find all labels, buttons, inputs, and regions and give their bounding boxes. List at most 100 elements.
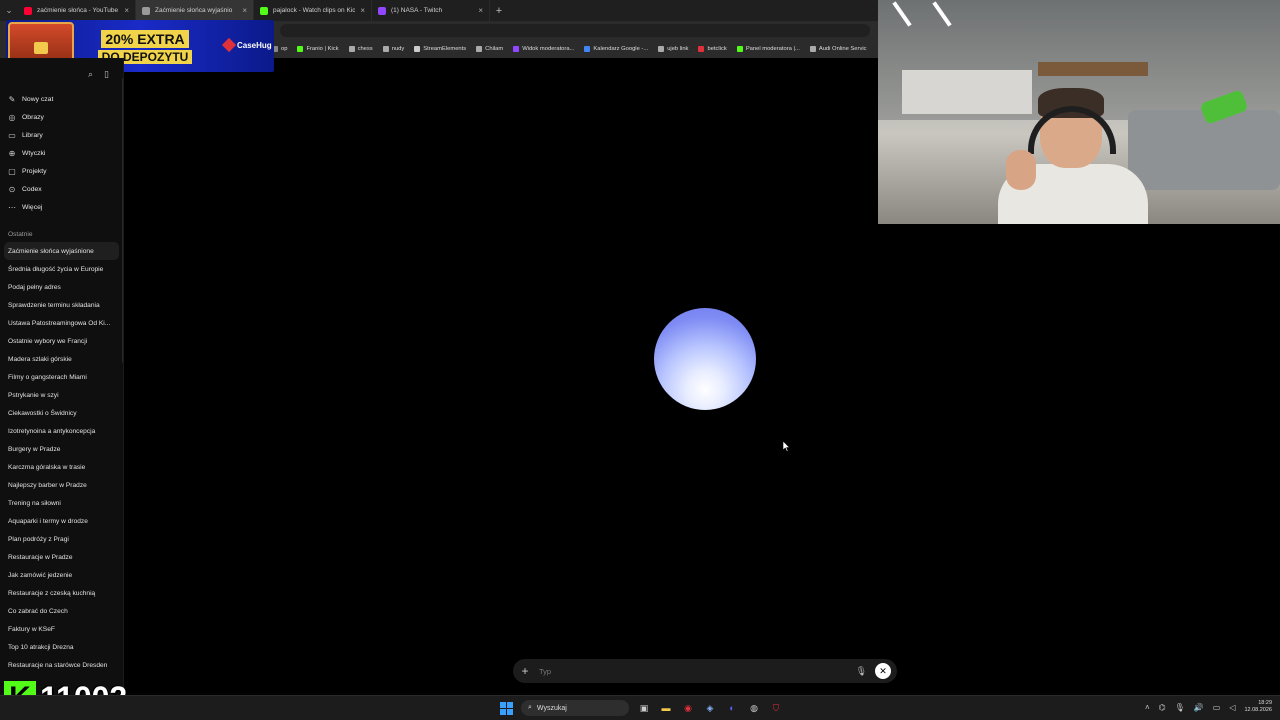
history-item[interactable]: Jak zamówić jedzenie (0, 566, 123, 584)
streamer (998, 88, 1148, 224)
search-icon: ⌕ (528, 704, 532, 711)
obs-icon[interactable]: ◍ (747, 701, 761, 715)
bookmark-label: ujeb link (667, 46, 689, 52)
history-item[interactable]: Plan podróży z Pragi (0, 530, 123, 548)
close-tab-icon[interactable]: × (242, 6, 247, 15)
discord-icon[interactable]: ◐ (725, 701, 739, 715)
bookmark-item[interactable]: chess (348, 46, 373, 52)
history-item[interactable]: Zaćmienie słońca wyjaśnione (4, 242, 119, 260)
bookmark-item[interactable]: StreamElements (414, 46, 466, 52)
volume-alt-icon[interactable]: ◁ (1229, 703, 1235, 712)
history-item[interactable]: Restauracje w Pradze (0, 548, 123, 566)
sidebar-nav-item[interactable]: ◎ Obrazy (0, 108, 123, 126)
history-item[interactable]: Ostatnie wybory we Francji (0, 332, 123, 350)
bookmark-label: Chilam (485, 46, 504, 52)
history-item[interactable]: Top 10 atrakcji Drezna (0, 638, 123, 656)
browser-tab[interactable]: (1) NASA - Twitch × (372, 0, 490, 21)
bookmark-item[interactable]: Chilam (476, 46, 503, 52)
history-item[interactable]: Co zabrać do Czech (0, 602, 123, 620)
bookmark-favicon-icon (698, 46, 705, 52)
sidebar-nav-item[interactable]: ✎ Nowy czat (0, 90, 123, 108)
bookmark-favicon-icon (414, 46, 421, 52)
address-bar[interactable] (280, 24, 870, 37)
history-item[interactable]: Trening na siłowni (0, 494, 123, 512)
history-item[interactable]: Restauracje z czeską kuchnią (0, 584, 123, 602)
bookmark-favicon-icon (297, 46, 304, 52)
history-item[interactable]: Pstrykanie w szyi (0, 386, 123, 404)
bookmark-item[interactable]: Kalendarz Google -... (584, 46, 648, 52)
tab-favicon-icon (142, 6, 150, 15)
browser-tab[interactable]: Zaćmienie słońca wyjaśnio × (136, 0, 254, 21)
steam-icon[interactable]: ◈ (703, 701, 717, 715)
bookmark-label: betclick (707, 46, 727, 52)
mic-icon[interactable]: 🎙 (1175, 703, 1185, 712)
display-icon[interactable]: ▭ (1213, 703, 1221, 712)
prompt-input[interactable] (539, 666, 848, 676)
sidebar-nav-item[interactable]: ▭ Library (0, 126, 123, 144)
mouse-cursor-icon (782, 439, 791, 457)
browser-tab[interactable]: pajalock - Watch clips on Kick × (254, 0, 372, 21)
nav-icon: ⊕ (8, 148, 16, 158)
history-item[interactable]: Podaj pełny adres (0, 278, 123, 296)
shield-icon[interactable]: ⛉ (769, 701, 783, 715)
bookmark-item[interactable]: ujeb link (658, 46, 688, 52)
history-item[interactable]: Sprawdzenie terminu składania (0, 296, 123, 314)
history-item[interactable]: Madera szlaki górskie (0, 350, 123, 368)
bookmark-favicon-icon (584, 46, 591, 52)
windows-start-icon[interactable] (500, 701, 513, 715)
bookmark-label: Kalendarz Google -... (593, 46, 649, 52)
network-icon[interactable]: ⌬ (1159, 703, 1166, 712)
bookmark-item[interactable]: Audi Online Servic (809, 46, 867, 52)
history-item[interactable]: Restauracje na starówce Dresden (0, 656, 123, 674)
ad-brand: CaseHug (221, 37, 272, 53)
sidebar-nav-item[interactable]: ⊙ Codex (0, 180, 123, 198)
new-tab-button[interactable]: + (490, 5, 508, 17)
task-view-icon[interactable]: ▣ (637, 701, 651, 715)
chrome-icon[interactable]: ◉ (681, 701, 695, 715)
history-item[interactable]: Najlepszy barber w Pradze (0, 476, 123, 494)
history-item[interactable]: Aquaparki i termy w drodze (0, 512, 123, 530)
close-tab-icon[interactable]: × (360, 6, 365, 15)
clock-date: 12.08.2026 (1244, 707, 1272, 713)
nav-label: Library (22, 131, 43, 139)
history-item[interactable]: Średnia długość życia w Europie (0, 260, 123, 278)
bookmark-item[interactable]: op (272, 46, 287, 52)
sidebar: ⌕ ▯ ✎ Nowy czat ◎ Obrazy ▭ Library ⊕ Wtyczki ▢ Pr… (0, 58, 124, 695)
close-tab-icon[interactable]: × (478, 6, 483, 15)
mic-muted-icon[interactable]: 🎙 (856, 666, 867, 677)
bookmark-item[interactable]: betclick (698, 46, 727, 52)
sidebar-toggle-icon[interactable]: ▯ (104, 69, 109, 80)
history-item[interactable]: Karczma góralska w trasie (0, 458, 123, 476)
tab-search-icon[interactable]: ⌄ (0, 0, 18, 21)
brand-logo-icon (221, 37, 237, 53)
history-item[interactable]: Ustawa Patostreamingowa Od Ki... (0, 314, 123, 332)
sidebar-nav-item[interactable]: ⋯ Więcej (0, 198, 123, 216)
browser-tab[interactable]: zaćmienie słońca - YouTube × (18, 0, 136, 21)
nav-icon: ▭ (8, 130, 16, 140)
close-tab-icon[interactable]: × (124, 6, 129, 15)
sidebar-nav-item[interactable]: ⊕ Wtyczki (0, 144, 123, 162)
history-item[interactable]: Izotretynoina a antykoncepcja (0, 422, 123, 440)
search-icon[interactable]: ⌕ (88, 69, 93, 80)
nav-label: Nowy czat (22, 95, 54, 103)
history-item[interactable]: Burgery w Pradze (0, 440, 123, 458)
chevron-up-icon[interactable]: ˄ (1145, 703, 1150, 712)
bookmark-item[interactable]: Franio | Kick (297, 46, 339, 52)
bookmark-item[interactable]: Panel moderatora |... (736, 46, 800, 52)
history-item[interactable]: Filmy o gangsterach Miami (0, 368, 123, 386)
sidebar-nav-item[interactable]: ▢ Projekty (0, 162, 123, 180)
history-item[interactable]: Ciekawostki o Świdnicy (0, 404, 123, 422)
add-attachment-icon[interactable]: + (519, 664, 531, 678)
clock-time: 18:29 (1258, 700, 1272, 706)
nav-label: Więcej (22, 203, 43, 211)
file-explorer-icon[interactable]: ▬ (659, 701, 673, 715)
nav-label: Wtyczki (22, 149, 46, 157)
sidebar-scrollbar[interactable] (122, 78, 123, 363)
history-item[interactable]: Faktury w KSeF (0, 620, 123, 638)
volume-icon[interactable]: 🔊 (1194, 703, 1204, 712)
bookmark-item[interactable]: nudy (382, 46, 404, 52)
taskbar-search[interactable]: ⌕ Wyszukaj (521, 700, 629, 716)
end-voice-button[interactable]: ✕ (875, 663, 891, 679)
bookmark-item[interactable]: Widok moderatora... (513, 46, 574, 52)
clock[interactable]: 18:29 12.08.2026 (1244, 700, 1272, 714)
